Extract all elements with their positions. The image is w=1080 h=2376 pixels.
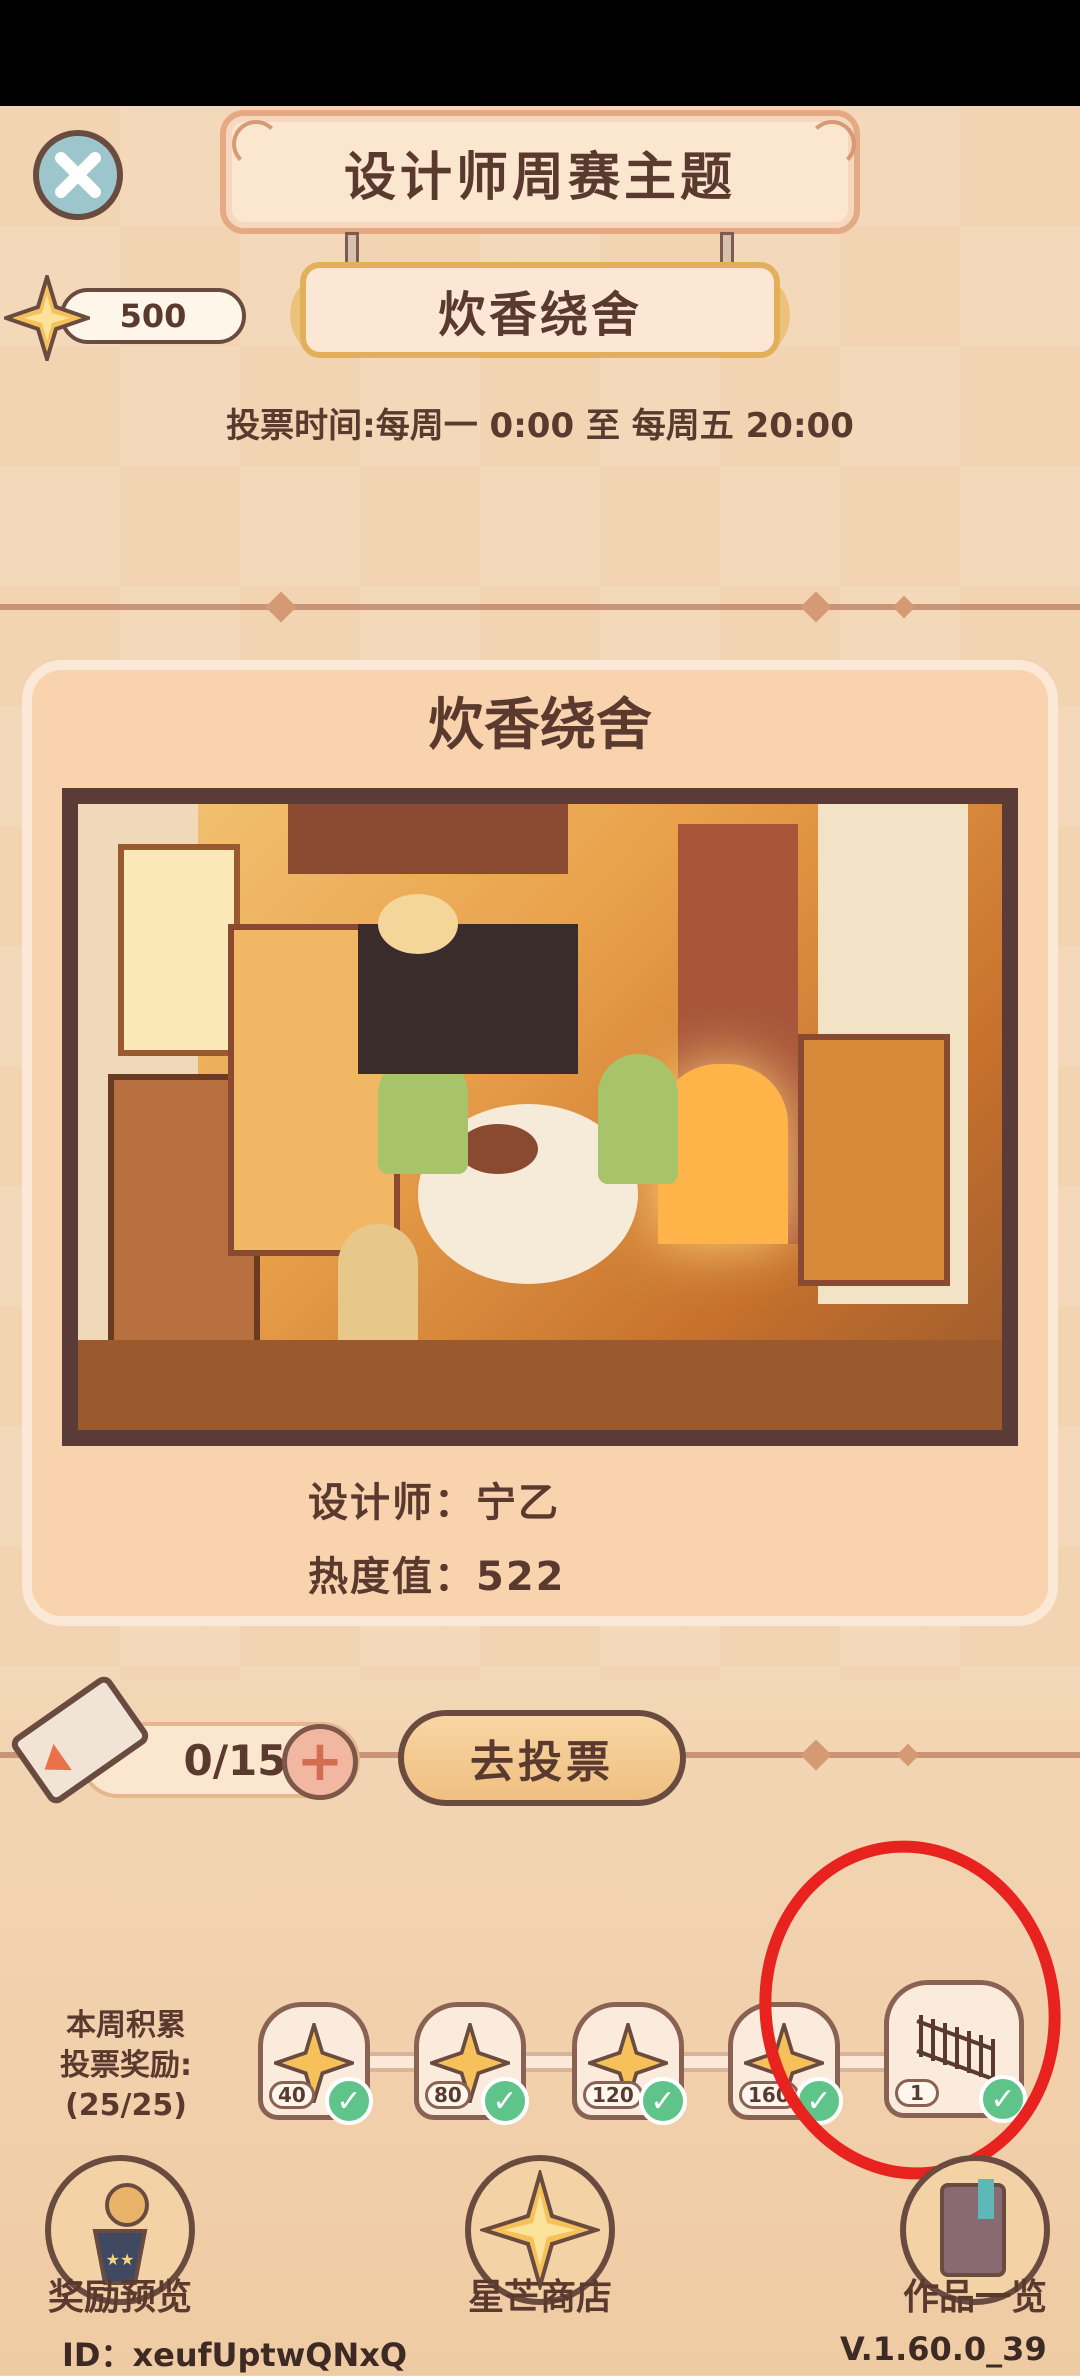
ticket-count: 0/15: [183, 1735, 287, 1785]
svg-text:★★: ★★: [106, 2250, 135, 2269]
go-vote-button[interactable]: 去投票: [398, 1710, 686, 1806]
weekly-reward-label: 本周积累 投票奖励: (25/25): [36, 2006, 216, 2126]
reward-label-line: 本周积累: [66, 2008, 186, 2043]
status-bar: [0, 0, 1080, 106]
page-title: 设计师周赛主题: [343, 147, 736, 208]
user-id: ID：xeufUptwQNxQ: [62, 2336, 408, 2374]
nav-label-works-overview: 作品一览: [902, 2277, 1047, 2318]
reward-slot[interactable]: 120 ✓: [572, 2002, 687, 2125]
version-label: V.1.60.0_39: [840, 2330, 1047, 2368]
entry-artwork[interactable]: [62, 788, 1018, 1446]
theme-plaque: 炊香绕舍: [300, 262, 780, 358]
banner-ornament: [808, 120, 856, 168]
check-icon: ✓: [639, 2077, 687, 2125]
artwork-image: [78, 804, 1002, 1430]
add-ticket-button[interactable]: +: [282, 1724, 358, 1800]
close-icon: [55, 152, 101, 198]
entry-title: 炊香绕舍: [428, 693, 652, 758]
close-button[interactable]: [33, 130, 123, 220]
designer-name: 设计师：宁乙: [308, 1480, 560, 1526]
reward-progress: (25/25): [65, 2088, 187, 2123]
nav-label-star-shop: 星芒商店: [467, 2277, 612, 2318]
divider-top: [0, 604, 1080, 610]
check-icon: ✓: [325, 2077, 373, 2125]
title-banner: 设计师周赛主题: [220, 110, 860, 234]
theme-name: 炊香绕舍: [437, 287, 642, 343]
check-icon: ✓: [481, 2077, 529, 2125]
star-count: 500: [119, 297, 187, 335]
reward-count: 120: [583, 2081, 643, 2109]
plus-icon: +: [296, 1729, 344, 1794]
vote-time: 投票时间:每周一 0:00 至 每周五 20:00: [226, 406, 854, 446]
heat-value: 热度值：522: [308, 1554, 566, 1600]
reward-count: 40: [269, 2081, 315, 2109]
banner-ornament: [232, 120, 280, 168]
reward-label-line: 投票奖励:: [60, 2048, 192, 2083]
reward-count: 80: [425, 2081, 471, 2109]
reward-slot[interactable]: 80 ✓: [414, 2002, 529, 2125]
nav-label-reward-preview: 奖励预览: [47, 2277, 192, 2318]
star-icon: [4, 275, 90, 361]
reward-slot[interactable]: 40 ✓: [258, 2002, 373, 2125]
